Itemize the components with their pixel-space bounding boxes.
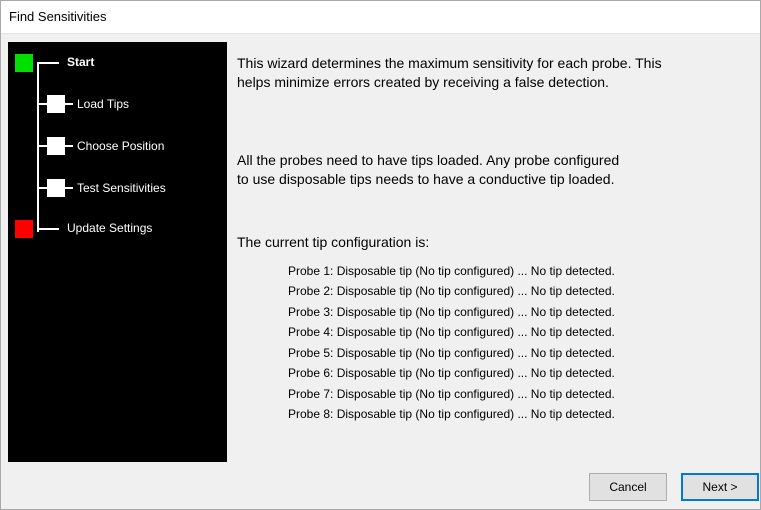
probe-status-line: Probe 8: Disposable tip (No tip configur… [288,407,615,421]
tip-config-heading: The current tip configuration is: [237,234,430,250]
title-bar: Find Sensitivities [1,1,760,34]
probe-status-line: Probe 5: Disposable tip (No tip configur… [288,346,615,360]
step-label-start: Start [67,55,95,69]
probe-status-line: Probe 2: Disposable tip (No tip configur… [288,284,615,298]
probe-status-line: Probe 7: Disposable tip (No tip configur… [288,387,615,401]
cancel-button[interactable]: Cancel [589,473,667,501]
step-load-tips-indicator-icon [47,95,65,113]
probe-status-line: Probe 6: Disposable tip (No tip configur… [288,366,615,380]
step-start-indicator-icon [15,54,33,72]
tips-note-line-2: to use disposable tips needs to have a c… [237,171,615,187]
step-label-load-tips: Load Tips [77,97,130,111]
step-label-choose-position: Choose Position [77,139,165,153]
step-connector-tick [37,228,59,230]
next-button[interactable]: Next > [681,473,759,501]
tips-note-line-1: All the probes need to have tips loaded.… [237,152,620,168]
step-connector-line [37,62,39,232]
intro-line-1: This wizard determines the maximum sensi… [237,55,662,71]
intro-line-2: helps minimize errors created by receivi… [237,74,609,90]
step-update-settings-indicator-icon [15,220,33,238]
probe-status-line: Probe 3: Disposable tip (No tip configur… [288,305,615,319]
step-connector-tick [37,62,59,64]
step-label-test-sensitivities: Test Sensitivities [77,181,166,195]
wizard-window: Find Sensitivities Start Load Tips Choos… [0,0,761,510]
step-label-update-settings: Update Settings [67,221,153,235]
probe-status-line: Probe 1: Disposable tip (No tip configur… [288,264,615,278]
step-test-sensitivities-indicator-icon [47,179,65,197]
probe-status-line: Probe 4: Disposable tip (No tip configur… [288,325,615,339]
step-choose-position-indicator-icon [47,137,65,155]
wizard-step-sidebar: Start Load Tips Choose Position Test Sen… [8,42,227,462]
window-title: Find Sensitivities [9,9,107,24]
